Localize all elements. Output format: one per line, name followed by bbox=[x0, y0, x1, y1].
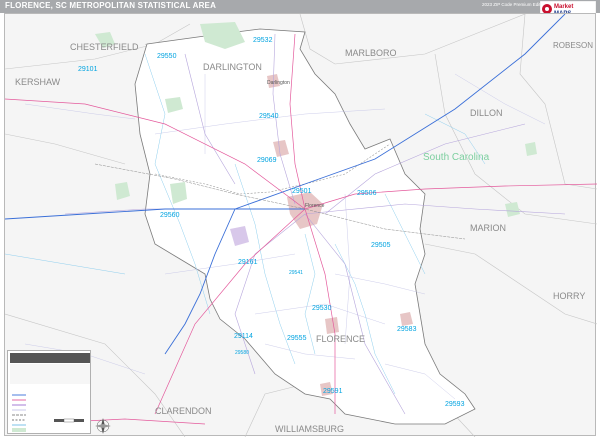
zip-label-29161: 29161 bbox=[238, 259, 258, 266]
zip-label-29530: 29530 bbox=[312, 305, 332, 312]
zip-label-29505: 29505 bbox=[371, 242, 391, 249]
county-label-clarendon: CLARENDON bbox=[155, 406, 212, 416]
zip-label-29580: 29580 bbox=[235, 350, 249, 356]
title-bar: FLORENCE, SC METROPOLITAN STATISTICAL AR… bbox=[0, 0, 600, 13]
map-area[interactable]: CHESTERFIELD MARLBORO ROBESON KERSHAW DA… bbox=[4, 13, 597, 437]
county-label-robeson: ROBESON bbox=[553, 41, 593, 50]
zip-label-29550: 29550 bbox=[157, 53, 177, 60]
county-label-kershaw: KERSHAW bbox=[15, 77, 61, 87]
zip-label-29506: 29506 bbox=[357, 190, 377, 197]
county-label-dillon: DILLON bbox=[470, 108, 503, 118]
zip-label-29560: 29560 bbox=[160, 212, 180, 219]
legend-keys bbox=[12, 394, 26, 432]
county-label-chesterfield: CHESTERFIELD bbox=[70, 42, 139, 52]
map-title: FLORENCE, SC METROPOLITAN STATISTICAL AR… bbox=[5, 1, 217, 10]
zip-label-29501: 29501 bbox=[292, 188, 312, 195]
map-canvas[interactable]: CHESTERFIELD MARLBORO ROBESON KERSHAW DA… bbox=[5, 14, 597, 437]
zip-label-29540: 29540 bbox=[259, 113, 279, 120]
place-label-florence: Florence bbox=[305, 203, 325, 209]
zip-label-29114: 29114 bbox=[234, 333, 253, 340]
place-label-darlington: Darlington bbox=[267, 80, 290, 86]
zip-label-29593: 29593 bbox=[445, 401, 465, 408]
county-label-williamsburg: WILLIAMSBURG bbox=[275, 424, 344, 434]
zip-index-table bbox=[10, 353, 90, 384]
zip-label-29532: 29532 bbox=[253, 37, 273, 44]
scale-bar bbox=[54, 418, 84, 423]
zip-label-29591: 29591 bbox=[323, 388, 343, 395]
county-label-florence: FLORENCE bbox=[316, 334, 365, 344]
zip-label-29069: 29069 bbox=[257, 157, 277, 164]
county-label-horry: HORRY bbox=[553, 291, 585, 301]
edition-label: 2023 ZIP Code Premium Edition bbox=[482, 2, 547, 7]
zip-label-29541: 29541 bbox=[289, 270, 303, 276]
zip-label-29555: 29555 bbox=[287, 335, 307, 342]
county-label-marion: MARION bbox=[470, 223, 506, 233]
zip-label-29583: 29583 bbox=[397, 326, 417, 333]
state-label: South Carolina bbox=[423, 152, 490, 163]
legend-panel bbox=[7, 350, 91, 434]
county-label-darlington: DARLINGTON bbox=[203, 62, 262, 72]
county-label-marlboro: MARLBORO bbox=[345, 48, 397, 58]
zip-label-29101: 29101 bbox=[78, 66, 98, 73]
logo-line1: Market bbox=[554, 4, 573, 10]
